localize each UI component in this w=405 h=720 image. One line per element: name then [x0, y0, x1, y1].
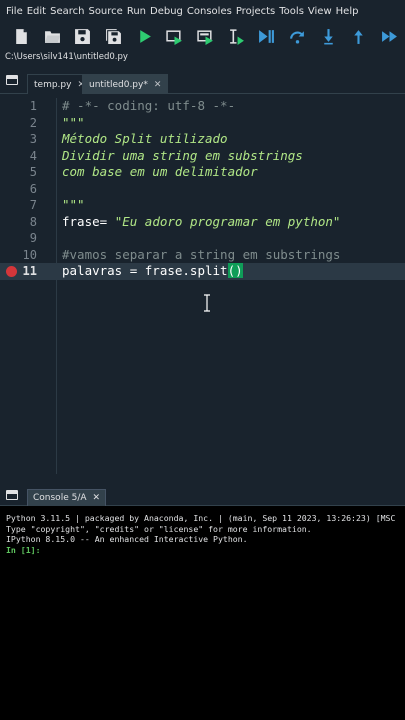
pane-options-icon[interactable] — [6, 75, 18, 85]
tab-label: temp.py — [34, 79, 72, 90]
save-all-button[interactable] — [98, 23, 129, 49]
ipython-console[interactable]: Python 3.11.5 | packaged by Anaconda, In… — [0, 506, 405, 720]
run-selection-icon — [229, 28, 244, 45]
console-prompt: In [1]: — [6, 544, 41, 555]
code-line: 4 Dividir uma string em substrings — [29, 147, 303, 163]
menu-help[interactable]: Help — [334, 6, 361, 17]
menu-search[interactable]: Search — [48, 6, 86, 17]
step-return-icon — [354, 29, 364, 44]
console-pane: Console 5/A ✕ Python 3.11.5 | packaged b… — [0, 484, 405, 720]
menu-projects[interactable]: Projects — [234, 6, 277, 17]
code-line: 5 com base em um delimitador — [29, 164, 258, 179]
code-line: 6 — [29, 181, 37, 196]
console-tabbar: Console 5/A ✕ — [0, 484, 405, 506]
menu-source[interactable]: Source — [86, 6, 124, 17]
continue-icon — [382, 30, 398, 42]
menu-file[interactable]: File — [4, 6, 25, 17]
code-line: 2 """ — [29, 114, 85, 130]
step-into-button[interactable] — [313, 23, 344, 49]
run-icon — [139, 29, 151, 43]
code-line: 9 — [29, 231, 37, 245]
tab-label: Console 5/A — [33, 493, 87, 503]
tab-untitled0-py[interactable]: untitled0.py* ✕ — [82, 74, 169, 94]
open-file-button[interactable] — [37, 23, 68, 49]
run-cell-advance-icon — [197, 29, 213, 45]
close-icon[interactable]: ✕ — [154, 80, 162, 90]
code-line: 1 # -*- coding: utf-8 -*- — [29, 98, 236, 113]
menu-debug[interactable]: Debug — [148, 6, 185, 17]
run-selection-button[interactable] — [221, 23, 252, 49]
run-button[interactable] — [129, 23, 160, 49]
debug-icon — [259, 29, 275, 43]
current-code-line: 11 palavras = frase.split() — [0, 263, 405, 280]
menu-view[interactable]: View — [306, 6, 334, 17]
code-line: 3 Método Split utilizado — [29, 131, 228, 146]
editor-pane: temp.py ✕ untitled0.py* ✕ 1 # -*- coding… — [0, 70, 405, 478]
new-file-icon — [16, 28, 27, 44]
editor-tabbar: temp.py ✕ untitled0.py* ✕ — [0, 70, 405, 94]
step-return-button[interactable] — [344, 23, 375, 49]
step-over-icon — [290, 30, 304, 44]
menu-edit[interactable]: Edit — [25, 6, 48, 17]
continue-button[interactable] — [374, 23, 405, 49]
code-line: 8 frase= "Eu adoro programar em python" — [29, 213, 341, 229]
menu-bar: File Edit Search Source Run Debug Consol… — [0, 0, 405, 22]
new-file-button[interactable] — [6, 23, 37, 49]
file-path: C:\Users\silv141\untitled0.py — [5, 52, 128, 62]
step-into-icon — [323, 28, 333, 44]
debug-button[interactable] — [252, 23, 283, 49]
step-over-button[interactable] — [282, 23, 313, 49]
run-cell-advance-button[interactable] — [190, 23, 221, 49]
menu-consoles[interactable]: Consoles — [185, 6, 234, 17]
text-cursor-icon — [204, 294, 210, 312]
run-cell-button[interactable] — [159, 23, 190, 49]
menu-tools[interactable]: Tools — [277, 6, 306, 17]
toolbar — [0, 22, 405, 50]
run-cell-icon — [166, 29, 183, 45]
tab-label: untitled0.py* — [89, 79, 148, 90]
close-icon[interactable]: ✕ — [93, 493, 101, 503]
code-editor[interactable]: 1 # -*- coding: utf-8 -*- 2 """ 3 Método… — [0, 98, 405, 474]
tab-console[interactable]: Console 5/A ✕ — [27, 489, 107, 506]
pane-options-icon[interactable] — [6, 490, 18, 500]
save-icon — [75, 28, 91, 44]
code-line: 10 #vamos separar a string em substrings — [22, 246, 341, 262]
code-line: 7 """ — [29, 197, 85, 212]
open-folder-icon — [44, 30, 60, 43]
save-all-icon — [105, 28, 121, 44]
save-button[interactable] — [67, 23, 98, 49]
menu-run[interactable]: Run — [125, 6, 148, 17]
